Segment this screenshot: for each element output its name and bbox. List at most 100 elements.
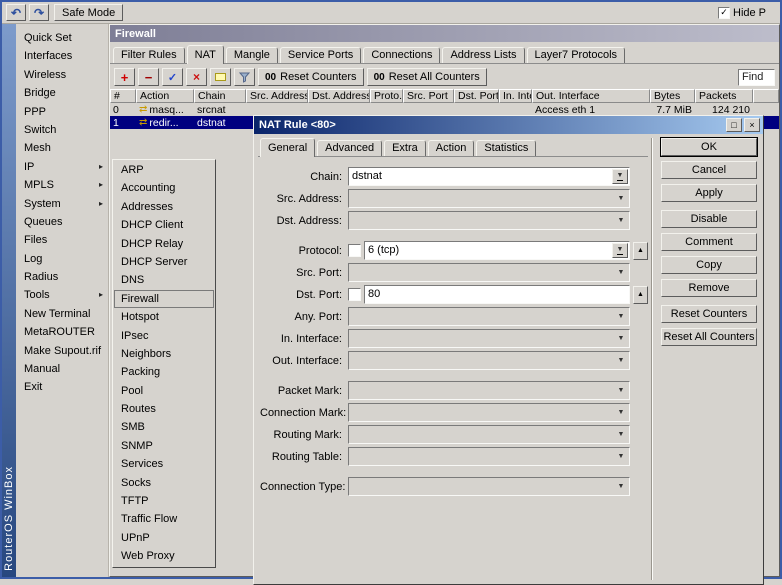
remove-button[interactable]: Remove <box>661 279 757 297</box>
connection-mark-field[interactable]: ▼ <box>348 403 630 422</box>
ip-menu-item-firewall[interactable]: Firewall <box>114 289 214 309</box>
sidebar-item-mesh[interactable]: Mesh <box>16 139 108 157</box>
any-port-field[interactable]: ▼ <box>348 307 630 326</box>
ip-menu-item-arp[interactable]: ARP <box>114 161 214 179</box>
ip-menu-item-ipsec[interactable]: IPsec <box>114 327 214 345</box>
sidebar-item-system[interactable]: System ▸ <box>16 195 108 213</box>
remove-param-button[interactable]: ▲ <box>633 285 648 304</box>
tab-action[interactable]: Action <box>427 140 475 156</box>
routing-mark-field[interactable]: ▼ <box>348 425 630 444</box>
dropdown-button[interactable]: ▼ <box>612 169 628 184</box>
redo-button[interactable]: ↷ <box>29 4 49 21</box>
tab-mangle[interactable]: Mangle <box>225 47 278 63</box>
remove-button[interactable]: − <box>138 68 159 86</box>
undo-button[interactable]: ↶ <box>6 4 26 21</box>
enable-button[interactable]: ✓ <box>162 68 183 86</box>
col-chain[interactable]: Chain <box>194 89 246 103</box>
protocol-field[interactable]: 6 (tcp) ▼ <box>364 241 630 260</box>
dialog-titlebar[interactable]: NAT Rule <80> □ × <box>254 116 763 134</box>
col-out-interface[interactable]: Out. Interface <box>532 89 650 103</box>
ip-menu-item-web-proxy[interactable]: Web Proxy <box>114 547 214 565</box>
ip-menu-item-addresses[interactable]: Addresses <box>114 198 214 216</box>
tab-layer7-protocols[interactable]: Layer7 Protocols <box>526 47 626 63</box>
out-interface-field[interactable]: ▼ <box>348 351 630 370</box>
sidebar-item-files[interactable]: Files <box>16 231 108 249</box>
sidebar-item-ip[interactable]: IP ▸ <box>16 158 108 176</box>
comment-button[interactable] <box>210 68 231 86</box>
sidebar-item-exit[interactable]: Exit <box>16 378 108 396</box>
ip-menu-item-smb[interactable]: SMB <box>114 418 214 436</box>
tab-advanced[interactable]: Advanced <box>317 140 383 156</box>
sidebar-item-mpls[interactable]: MPLS ▸ <box>16 176 108 194</box>
ok-button[interactable]: OK <box>660 137 758 157</box>
dropdown-button[interactable]: ▼ <box>613 382 629 399</box>
reset-counters-button[interactable]: Reset Counters <box>661 305 757 323</box>
tab-address-lists[interactable]: Address Lists <box>442 47 525 63</box>
col-src-address[interactable]: Src. Address <box>246 89 308 103</box>
sidebar-item-quick-set[interactable]: Quick Set <box>16 29 108 47</box>
disable-button[interactable]: Disable <box>661 210 757 228</box>
dropdown-button[interactable]: ▼ <box>613 352 629 369</box>
col-dst-port[interactable]: Dst. Port <box>454 89 499 103</box>
in-interface-field[interactable]: ▼ <box>348 329 630 348</box>
ip-menu-item-traffic-flow[interactable]: Traffic Flow <box>114 510 214 528</box>
ip-menu-item-socks[interactable]: Socks <box>114 474 214 492</box>
tab-service-ports[interactable]: Service Ports <box>279 47 362 63</box>
packet-mark-field[interactable]: ▼ <box>348 381 630 400</box>
ip-menu-item-routes[interactable]: Routes <box>114 400 214 418</box>
col-dst-address[interactable]: Dst. Address <box>308 89 370 103</box>
ip-menu-item-snmp[interactable]: SNMP <box>114 437 214 455</box>
dst-address-field[interactable]: ▼ <box>348 211 630 230</box>
dst-port-checkbox[interactable] <box>348 288 361 301</box>
ip-menu-item-dhcp-relay[interactable]: DHCP Relay <box>114 235 214 253</box>
remove-param-button[interactable]: ▲ <box>633 241 648 260</box>
sidebar-item-ppp[interactable]: PPP <box>16 103 108 121</box>
ip-menu-item-tftp[interactable]: TFTP <box>114 492 214 510</box>
ip-menu-item-hotspot[interactable]: Hotspot <box>114 308 214 326</box>
col-src-port[interactable]: Src. Port <box>403 89 454 103</box>
find-input[interactable]: Find <box>738 68 775 86</box>
ip-menu-item-accounting[interactable]: Accounting <box>114 179 214 197</box>
add-button[interactable]: + <box>114 68 135 86</box>
tab-extra[interactable]: Extra <box>384 140 426 156</box>
dropdown-button[interactable]: ▼ <box>613 404 629 421</box>
reset-all-counters-button[interactable]: Reset All Counters <box>661 328 757 346</box>
comment-button[interactable]: Comment <box>661 233 757 251</box>
connection-type-field[interactable]: ▼ <box>348 477 630 496</box>
ip-menu-item-dhcp-server[interactable]: DHCP Server <box>114 253 214 271</box>
col-in-interface[interactable]: In. Inter... <box>499 89 532 103</box>
dropdown-button[interactable]: ▼ <box>613 212 629 229</box>
ip-menu-item-dns[interactable]: DNS <box>114 271 214 289</box>
dropdown-button[interactable]: ▼ <box>613 426 629 443</box>
sidebar-item-new-terminal[interactable]: New Terminal <box>16 305 108 323</box>
src-port-field[interactable]: ▼ <box>348 263 630 282</box>
tab-nat[interactable]: NAT <box>186 45 224 64</box>
sidebar-item-wireless[interactable]: Wireless <box>16 66 108 84</box>
dropdown-button[interactable]: ▼ <box>613 478 629 495</box>
rollup-button[interactable]: □ <box>726 118 742 132</box>
dropdown-button[interactable]: ▼ <box>613 330 629 347</box>
sidebar-item-log[interactable]: Log <box>16 250 108 268</box>
copy-button[interactable]: Copy <box>661 256 757 274</box>
sidebar-item-manual[interactable]: Manual <box>16 360 108 378</box>
sidebar-item-bridge[interactable]: Bridge <box>16 84 108 102</box>
tab-general[interactable]: General <box>260 138 316 157</box>
col-packets[interactable]: Packets <box>695 89 753 103</box>
ip-menu-item-pool[interactable]: Pool <box>114 382 214 400</box>
sidebar-item-interfaces[interactable]: Interfaces <box>16 47 108 65</box>
col-bytes[interactable]: Bytes <box>650 89 695 103</box>
src-address-field[interactable]: ▼ <box>348 189 630 208</box>
apply-button[interactable]: Apply <box>661 184 757 202</box>
ip-menu-item-packing[interactable]: Packing <box>114 363 214 381</box>
ip-menu-item-upnp[interactable]: UPnP <box>114 529 214 547</box>
cancel-button[interactable]: Cancel <box>661 161 757 179</box>
chain-field[interactable]: dstnat ▼ <box>348 167 630 186</box>
reset-all-counters-button[interactable]: 00 Reset All Counters <box>366 68 487 86</box>
sidebar-item-make-supout[interactable]: Make Supout.rif <box>16 342 108 360</box>
col-protocol[interactable]: Proto... <box>370 89 403 103</box>
ip-menu-item-neighbors[interactable]: Neighbors <box>114 345 214 363</box>
tab-statistics[interactable]: Statistics <box>476 140 537 156</box>
firewall-window-titlebar[interactable]: Firewall <box>110 25 779 42</box>
reset-counters-button[interactable]: 00 Reset Counters <box>258 68 364 86</box>
close-button[interactable]: × <box>744 118 760 132</box>
